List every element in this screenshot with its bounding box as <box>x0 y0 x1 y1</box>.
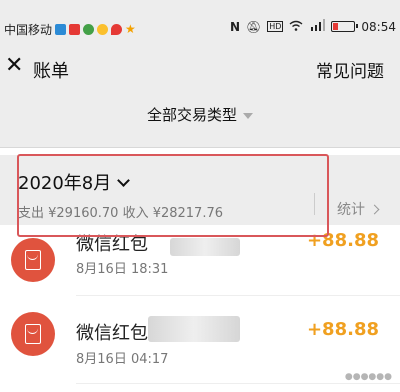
chevron-right-icon <box>369 204 380 215</box>
filter-label: 全部交易类型 <box>146 106 237 124</box>
news-app-icon <box>69 24 81 35</box>
wifi-icon <box>289 20 303 34</box>
nav-bar: ✕ 账单 常见问题 <box>0 46 400 90</box>
watermark-logo: ●●●●●● <box>344 372 392 382</box>
clock: 08:54 <box>361 19 396 34</box>
red-packet-icon <box>11 238 55 282</box>
red-packet-icon <box>11 312 55 356</box>
signal-icon <box>309 19 326 34</box>
battery-icon <box>331 21 359 32</box>
blurred-sender <box>148 316 240 342</box>
star-app-icon: ★ <box>125 22 136 36</box>
highlight-box <box>17 154 329 237</box>
statistics-link[interactable]: 统计 <box>337 199 380 219</box>
shield-app-icon <box>55 24 67 35</box>
transaction-name: 微信红包 <box>76 323 148 344</box>
blurred-sender <box>170 238 240 256</box>
status-bar: 中国移动 ★ N 🔕︎ HD 08:54 <box>0 0 400 46</box>
row-separator <box>76 383 400 384</box>
caret-down-icon <box>243 112 253 119</box>
transaction-time: 8月16日 04:17 <box>76 352 169 367</box>
location-app-icon <box>111 24 123 35</box>
carrier-label: 中国移动 <box>4 23 53 37</box>
transaction-time: 8月16日 18:31 <box>76 262 169 277</box>
status-left: 中国移动 ★ <box>4 21 136 38</box>
transaction-row[interactable]: 微信红包 8月16日 04:17 +88.88 <box>0 296 400 382</box>
page-title: 账单 <box>33 61 69 82</box>
transaction-type-filter[interactable]: 全部交易类型 <box>0 104 400 125</box>
close-icon[interactable]: ✕ <box>5 55 23 77</box>
faq-link[interactable]: 常见问题 <box>316 57 384 82</box>
nfc-icon: N <box>229 19 240 34</box>
hd-badge: HD <box>267 21 284 32</box>
status-right: N 🔕︎ HD 08:54 <box>230 19 396 34</box>
game-app-icon <box>83 24 95 35</box>
browser-app-icon <box>97 24 109 35</box>
transaction-amount: +88.88 <box>306 319 379 340</box>
mute-icon: 🔕︎ <box>245 19 262 34</box>
statistics-label: 统计 <box>337 202 365 218</box>
